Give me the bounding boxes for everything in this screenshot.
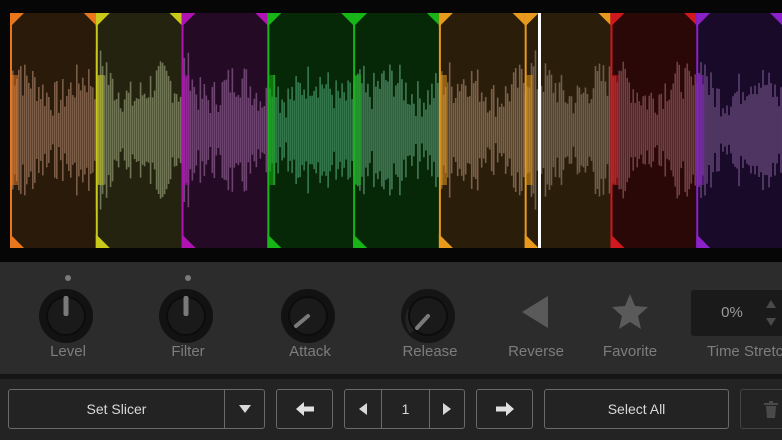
slice-1-onset [12, 75, 18, 185]
slicer-mode-dropdown[interactable]: Set Slicer [8, 389, 265, 429]
page-increment-button[interactable] [430, 390, 464, 428]
arrow-left-icon [295, 402, 314, 416]
page-value: 1 [401, 401, 410, 417]
arrow-right-icon [495, 402, 514, 416]
bottom-toolbar: Set Slicer 1 Select All [0, 379, 782, 440]
favorite-control[interactable]: Favorite [570, 262, 690, 374]
trash-icon [764, 401, 778, 418]
level-center-dot [65, 275, 71, 281]
attack-control: Attack [250, 262, 370, 374]
slice-controls-panel: Level Filter Attack Release Reverse Favo… [0, 262, 782, 374]
slice-8-onset [612, 75, 619, 185]
star-icon[interactable] [610, 292, 650, 332]
reverse-triangle-icon[interactable] [516, 292, 556, 332]
slice-3-onset [183, 75, 190, 185]
slice-3-marker[interactable] [181, 13, 184, 248]
slice-9-marker[interactable] [696, 13, 699, 248]
waveform-area[interactable] [0, 0, 782, 262]
select-all-button[interactable]: Select All [544, 389, 729, 429]
level-knob[interactable] [38, 288, 94, 344]
stepper-arrows-icon[interactable] [765, 296, 777, 330]
attack-label: Attack [289, 343, 331, 360]
slice-2-onset [97, 75, 104, 185]
chevron-down-icon [239, 405, 251, 413]
slice-7-marker[interactable] [524, 13, 527, 248]
level-control: Level [8, 262, 128, 374]
slice-2-marker[interactable] [95, 13, 98, 248]
filter-knob[interactable] [158, 288, 214, 344]
caret-right-icon [443, 403, 451, 415]
caret-left-icon [359, 403, 367, 415]
page-stepper[interactable]: 1 [344, 389, 465, 429]
release-control: Release [370, 262, 490, 374]
slice-5-onset [355, 75, 362, 185]
page-decrement-button[interactable] [345, 390, 381, 428]
delete-button[interactable] [740, 389, 782, 429]
next-slice-button[interactable] [476, 389, 533, 429]
slice-4-onset [269, 75, 276, 185]
slice-5-marker[interactable] [353, 13, 356, 248]
time-stretch-value: 0% [721, 304, 743, 321]
filter-control: Filter [128, 262, 248, 374]
slice-9-onset [698, 75, 705, 185]
previous-slice-button[interactable] [276, 389, 333, 429]
slice-8-marker[interactable] [610, 13, 613, 248]
time-stretch-field[interactable]: 0% [691, 290, 782, 336]
favorite-label: Favorite [602, 343, 658, 360]
playhead[interactable] [538, 13, 541, 248]
release-knob[interactable] [400, 288, 456, 344]
slicer-mode-label: Set Slicer [86, 401, 147, 417]
level-label: Level [50, 343, 86, 360]
slice-1-marker[interactable] [10, 13, 12, 248]
release-label: Release [402, 343, 458, 360]
attack-knob[interactable] [280, 288, 336, 344]
slice-6-onset [440, 75, 447, 185]
slice-7-onset [526, 75, 533, 185]
slicer-dropdown-toggle[interactable] [225, 390, 265, 428]
slice-6-marker[interactable] [438, 13, 441, 248]
slice-4-marker[interactable] [267, 13, 270, 248]
filter-label: Filter [171, 343, 205, 360]
waveform-canvas[interactable] [0, 0, 782, 262]
filter-center-dot [185, 275, 191, 281]
time-stretch-label: Time Stretch [707, 343, 782, 360]
